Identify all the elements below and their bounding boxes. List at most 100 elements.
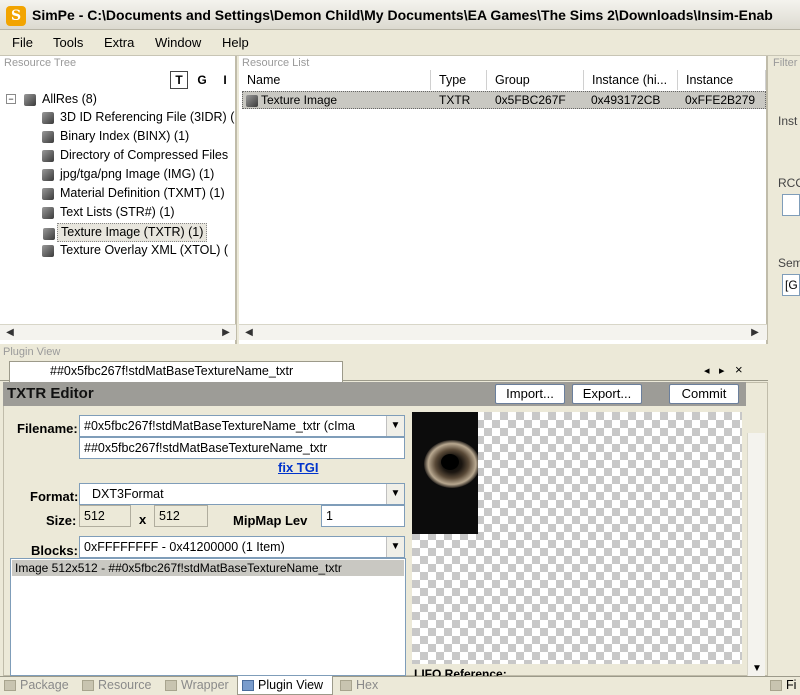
tree-item-label: 3D ID Referencing File (3IDR) ( [60,110,235,124]
tree-item-label: Texture Image (TXTR) (1) [61,225,204,239]
tree-item-img[interactable]: jpg/tga/png Image (IMG) (1) [42,165,215,184]
menu-help[interactable]: Help [222,35,249,50]
filter-rco-input[interactable] [782,194,800,216]
menu-bar: File Tools Extra Window Help [0,30,800,56]
scroll-left-icon[interactable]: ◀ [2,325,18,341]
fix-tgi-link[interactable]: fix TGI [278,460,318,475]
list-item[interactable]: Image 512x512 - ##0x5fbc267f!stdMatBaseT… [12,560,404,576]
preview-vscrollbar[interactable]: ▼ [747,433,765,676]
size-x-label: x [139,512,147,527]
tab-package[interactable]: Package [0,676,69,695]
export-button[interactable]: Export... [572,384,642,404]
tab-label: Resource [98,678,152,692]
cube-icon [42,207,54,219]
scroll-left-icon[interactable]: ◀ [241,325,257,341]
filter-caption: Filter [773,57,798,69]
size-label: Size: [46,513,77,528]
cube-icon [42,169,54,181]
tree-item-label: Material Definition (TXMT) (1) [60,186,225,200]
tab-close-icon[interactable]: × [735,362,743,377]
mipmap-label: MipMap Lev [233,513,308,528]
window-title: SimPe - C:\Documents and Settings\Demon … [32,7,773,23]
cube-icon [42,131,54,143]
menu-file[interactable]: File [12,35,33,50]
chevron-down-icon[interactable]: ▼ [386,537,404,557]
size-width-field: 512 [79,505,131,527]
simpe-logo-icon: S [6,6,26,26]
row-instance: 0xFFE2B279 [685,93,756,107]
tree-item-txmt[interactable]: Material Definition (TXMT) (1) [42,184,225,203]
chevron-down-icon[interactable]: ▼ [386,416,404,436]
filename-select[interactable]: #0x5fbc267f!stdMatBaseTextureName_txtr (… [79,415,405,437]
tab-label: Package [20,678,69,692]
tree-item-label: Texture Overlay XML (XTOL) ( [60,243,229,257]
txtr-editor-title: TXTR Editor [7,385,94,402]
tab-label: Wrapper [181,678,229,692]
tab-hex[interactable]: Hex [336,676,378,695]
col-instance-hi[interactable]: Instance (hi... [586,70,678,90]
title-bar: S SimPe - C:\Documents and Settings\Demo… [0,0,800,30]
tab-label: Fi [786,678,797,692]
tree-item-label: jpg/tga/png Image (IMG) (1) [60,167,215,181]
tab-plugin-view[interactable]: Plugin View [237,676,333,695]
tree-item-binx[interactable]: Binary Index (BINX) (1) [42,127,190,146]
tree-item-label: Binary Index (BINX) (1) [60,129,190,143]
tree-item-str[interactable]: Text Lists (STR#) (1) [42,203,175,222]
eye-texture-icon [424,440,480,488]
resource-list-caption: Resource List [242,57,310,69]
tree-root[interactable]: AllRes (8) [24,90,97,109]
scroll-down-icon[interactable]: ▼ [752,663,762,674]
col-name[interactable]: Name [241,70,431,90]
tab-label: Hex [356,678,379,692]
tab-filter[interactable]: Fi [766,676,796,695]
col-instance[interactable]: Instance [680,70,766,90]
commit-button[interactable]: Commit [669,384,739,404]
tree-item-label: Directory of Compressed Files [60,148,229,162]
block-list[interactable]: Image 512x512 - ##0x5fbc267f!stdMatBaseT… [10,558,406,676]
format-select-value: DXT3Format [92,487,164,501]
row-instance-hi: 0x493172CB [591,93,661,107]
plugin-view-icon [242,680,254,691]
row-type: TXTR [439,93,471,107]
tree-item-clst[interactable]: Directory of Compressed Files [42,146,229,165]
package-icon [4,680,16,691]
filter-sem-select[interactable]: [G [782,274,800,296]
scroll-right-icon[interactable]: ▶ [747,325,763,341]
mipmap-input[interactable]: 1 [321,505,405,527]
format-select[interactable]: DXT3Format ▼ [79,483,405,505]
blocks-select[interactable]: 0xFFFFFFFF - 0x41200000 (1 Item) ▼ [79,536,405,558]
filter-icon [770,680,782,691]
menu-extra[interactable]: Extra [104,35,134,50]
scroll-right-icon[interactable]: ▶ [218,325,234,341]
tree-item-txtr[interactable]: Texture Image (TXTR) (1) [43,223,208,242]
toggle-t-button[interactable]: T [170,71,188,89]
toggle-g-button[interactable]: G [193,71,211,89]
tab-wrapper[interactable]: Wrapper [161,676,229,695]
col-group[interactable]: Group [489,70,584,90]
menu-window[interactable]: Window [155,35,201,50]
tree-hscrollbar[interactable]: ◀ ▶ [0,324,236,340]
plugin-tab[interactable]: ##0x5fbc267f!stdMatBaseTextureName_txtr [9,361,343,382]
tab-next-icon[interactable]: ▸ [719,364,725,377]
toggle-i-button[interactable]: I [216,71,234,89]
cube-icon [42,150,54,162]
tree-item-label: Text Lists (STR#) (1) [60,205,175,219]
filter-rco-label: RCO [778,176,800,190]
filename-label: Filename: [17,421,78,436]
tab-prev-icon[interactable]: ◂ [704,364,710,377]
tab-resource[interactable]: Resource [78,676,152,695]
tree-root-label: AllRes (8) [42,92,97,106]
plugin-view-caption: Plugin View [3,346,61,358]
list-hscrollbar[interactable]: ◀ ▶ [239,324,767,340]
tree-item-3idr[interactable]: 3D ID Referencing File (3IDR) ( [42,108,235,127]
tree-item-xtol[interactable]: Texture Overlay XML (XTOL) ( [42,241,229,260]
format-label: Format: [30,489,79,504]
filename-input[interactable]: ##0x5fbc267f!stdMatBaseTextureName_txtr [79,437,405,459]
cube-icon [246,95,258,107]
chevron-down-icon[interactable]: ▼ [386,484,404,504]
cube-icon [24,94,36,106]
menu-tools[interactable]: Tools [53,35,83,50]
collapse-icon[interactable]: − [6,94,16,104]
col-type[interactable]: Type [433,70,487,90]
import-button[interactable]: Import... [495,384,565,404]
